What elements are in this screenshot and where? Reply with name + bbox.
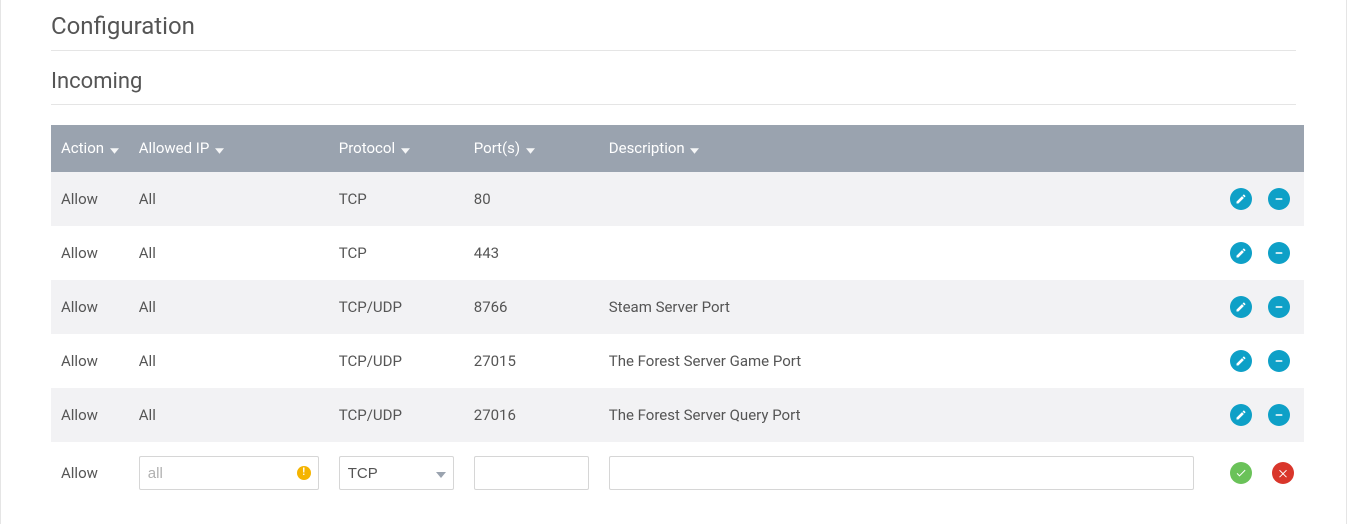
rules-table: Action Allowed IP Protocol [51, 125, 1304, 504]
cell-protocol: TCP/UDP [329, 388, 464, 442]
header-ports[interactable]: Port(s) [464, 125, 599, 172]
cell-allowed-ip: All [129, 172, 329, 226]
cell-ports: 8766 [464, 280, 599, 334]
pencil-icon [1235, 193, 1247, 205]
remove-rule-button[interactable] [1268, 188, 1290, 210]
header-protocol[interactable]: Protocol [329, 125, 464, 172]
cell-protocol: TCP [329, 226, 464, 280]
protocol-select[interactable] [339, 456, 454, 490]
cell-allowed-ip: All [129, 334, 329, 388]
cell-protocol: TCP/UDP [329, 334, 464, 388]
allowed-ip-input[interactable] [139, 456, 319, 490]
caret-down-icon [526, 140, 535, 158]
cell-ports: 443 [464, 226, 599, 280]
allowed-ip-field-wrap: ! [139, 456, 319, 490]
check-icon [1235, 467, 1247, 479]
pencil-icon [1235, 247, 1247, 259]
caret-down-icon [690, 140, 699, 158]
header-description[interactable]: Description [599, 125, 1204, 172]
table-row: AllowAllTCP/UDP27015The Forest Server Ga… [51, 334, 1304, 388]
table-row: AllowAllTCP/UDP8766Steam Server Port [51, 280, 1304, 334]
cell-ports: 27016 [464, 388, 599, 442]
edit-rule-button[interactable] [1230, 404, 1252, 426]
cell-action: Allow [51, 226, 129, 280]
cell-allowed-ip: All [129, 388, 329, 442]
cell-operations [1204, 172, 1304, 226]
cancel-add-button[interactable] [1272, 462, 1294, 484]
caret-down-icon [110, 140, 119, 158]
pencil-icon [1235, 409, 1247, 421]
cell-allowed-ip: All [129, 280, 329, 334]
pencil-icon [1235, 301, 1247, 313]
caret-down-icon [401, 140, 410, 158]
minus-icon [1273, 247, 1285, 259]
header-allowed-ip[interactable]: Allowed IP [129, 125, 329, 172]
cell-operations [1204, 334, 1304, 388]
remove-rule-button[interactable] [1268, 350, 1290, 372]
remove-rule-button[interactable] [1268, 242, 1290, 264]
minus-icon [1273, 409, 1285, 421]
cell-action: Allow [51, 280, 129, 334]
remove-rule-button[interactable] [1268, 296, 1290, 318]
section-title: Configuration [51, 0, 1296, 51]
description-input[interactable] [609, 456, 1194, 490]
header-action[interactable]: Action [51, 125, 129, 172]
ports-input[interactable] [474, 456, 589, 490]
table-header-row: Action Allowed IP Protocol [51, 125, 1304, 172]
cell-description: The Forest Server Game Port [599, 334, 1204, 388]
minus-icon [1273, 193, 1285, 205]
remove-rule-button[interactable] [1268, 404, 1290, 426]
rules-tbody: AllowAllTCP80AllowAllTCP443AllowAllTCP/U… [51, 172, 1304, 504]
cell-description [599, 226, 1204, 280]
edit-rule-button[interactable] [1230, 350, 1252, 372]
pencil-icon [1235, 355, 1247, 367]
warning-icon: ! [297, 466, 311, 480]
cell-description: Steam Server Port [599, 280, 1204, 334]
incoming-title: Incoming [51, 51, 1296, 105]
protocol-select-wrap [339, 456, 454, 490]
cell-description [599, 172, 1204, 226]
minus-icon [1273, 355, 1285, 367]
firewall-config-panel: Configuration Incoming Action Allowed IP [0, 0, 1347, 524]
cell-action: Allow [51, 388, 129, 442]
x-icon [1277, 467, 1289, 479]
minus-icon [1273, 301, 1285, 313]
table-row: AllowAllTCP80 [51, 172, 1304, 226]
caret-down-icon [215, 140, 224, 158]
confirm-add-button[interactable] [1230, 462, 1252, 484]
cell-ports: 27015 [464, 334, 599, 388]
cell-allowed-ip: All [129, 226, 329, 280]
add-rule-action-label: Allow [61, 464, 98, 482]
cell-operations [1204, 280, 1304, 334]
cell-description: The Forest Server Query Port [599, 388, 1204, 442]
table-row: AllowAllTCP443 [51, 226, 1304, 280]
cell-action: Allow [51, 334, 129, 388]
cell-ports: 80 [464, 172, 599, 226]
cell-operations [1204, 226, 1304, 280]
cell-operations [1204, 388, 1304, 442]
edit-rule-button[interactable] [1230, 188, 1252, 210]
add-rule-row: Allow ! [51, 442, 1304, 504]
cell-protocol: TCP/UDP [329, 280, 464, 334]
cell-protocol: TCP [329, 172, 464, 226]
edit-rule-button[interactable] [1230, 296, 1252, 318]
header-operations [1204, 125, 1304, 172]
table-row: AllowAllTCP/UDP27016The Forest Server Qu… [51, 388, 1304, 442]
edit-rule-button[interactable] [1230, 242, 1252, 264]
cell-action: Allow [51, 172, 129, 226]
